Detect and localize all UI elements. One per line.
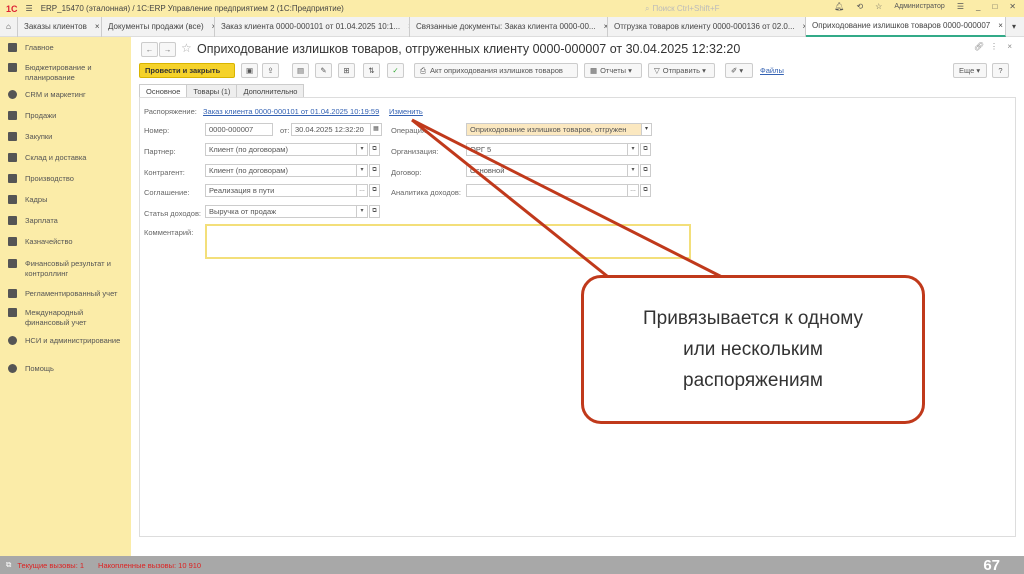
pointer-line bbox=[411, 118, 613, 282]
calls-icon[interactable]: ⧉ bbox=[6, 560, 11, 570]
status-bar: ⧉ Текущие вызовы: 1 Накопленные вызовы: … bbox=[0, 556, 1024, 574]
accumulated-calls: Накопленные вызовы: 10 910 bbox=[98, 560, 202, 570]
pointer-line bbox=[411, 118, 723, 279]
annotation-callout: Привязывается к одному или нескольким ра… bbox=[581, 275, 925, 424]
slide-number: 67 bbox=[983, 557, 1000, 574]
current-calls: Текущие вызовы: 1 bbox=[17, 560, 85, 570]
